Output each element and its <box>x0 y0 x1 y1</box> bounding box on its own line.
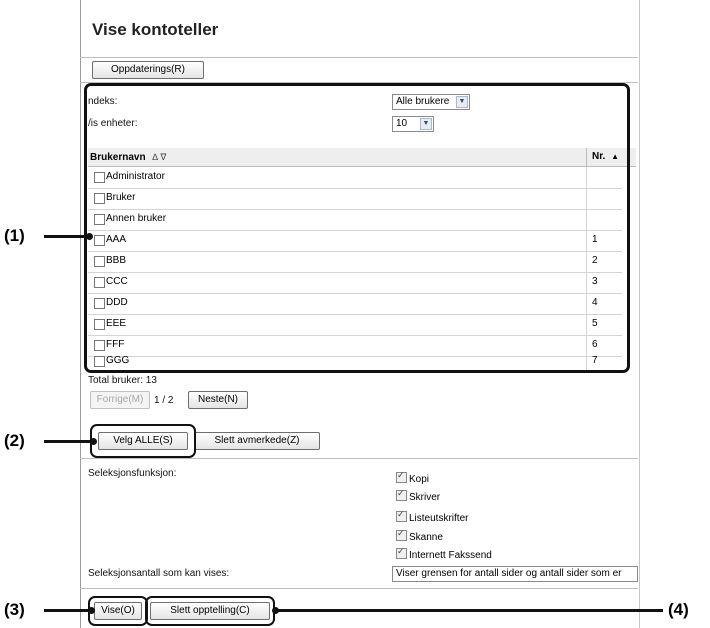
callout-line-3 <box>44 609 92 612</box>
checkbox-checked-icon[interactable] <box>396 470 407 483</box>
page-title: Vise kontoteller <box>92 20 219 39</box>
divider <box>80 588 638 589</box>
option-internet-fax[interactable]: Internett Fakssend <box>396 546 492 561</box>
next-button[interactable]: Neste(N) <box>188 391 248 409</box>
count-select-value: Viser grensen for antall sider og antall… <box>396 568 622 579</box>
option-label: Kopi <box>409 474 430 485</box>
update-button[interactable]: Oppdaterings(R) <box>92 61 204 79</box>
count-select[interactable]: Viser grensen for antall sider og antall… <box>392 566 638 582</box>
function-label: Seleksjonsfunksjon: <box>88 468 177 479</box>
checkbox-checked-icon[interactable] <box>396 546 407 559</box>
divider <box>80 57 638 58</box>
callout-dot-1 <box>86 233 93 240</box>
callout-label-2: (2) <box>4 431 25 450</box>
callout-dot-2 <box>90 438 97 445</box>
option-scan[interactable]: Skanne <box>396 528 443 543</box>
callout-dot-3 <box>88 607 95 614</box>
option-label: Internett Fakssend <box>409 550 492 561</box>
callout-line-2 <box>44 440 94 443</box>
divider <box>80 458 638 459</box>
callout-box-2 <box>90 424 196 458</box>
checkbox-checked-icon[interactable] <box>396 528 407 541</box>
total-users: Total bruker: 13 <box>88 375 157 386</box>
callout-dot-4 <box>272 607 279 614</box>
page-indicator: 1 / 2 <box>154 395 174 406</box>
option-printer[interactable]: Skriver <box>396 488 441 503</box>
option-label: Skanne <box>409 532 443 543</box>
clear-marked-button[interactable]: Slett avmerkede(Z) <box>194 432 320 450</box>
callout-label-4: (4) <box>668 600 689 619</box>
option-label: Skriver <box>409 492 441 503</box>
callout-label-1: (1) <box>4 226 25 245</box>
previous-button[interactable]: Forrige(M) <box>90 391 150 409</box>
count-label: Seleksjonsantall som kan vises: <box>88 568 230 579</box>
callout-line-4 <box>275 609 663 612</box>
checkbox-checked-icon[interactable] <box>396 488 407 501</box>
callout-box-1 <box>84 83 630 373</box>
callout-box-4 <box>145 596 275 626</box>
callout-box-3 <box>88 596 148 626</box>
checkbox-checked-icon[interactable] <box>396 509 407 522</box>
option-copy[interactable]: Kopi <box>396 470 430 485</box>
callout-line-1 <box>44 235 90 238</box>
option-label: Listeutskrifter <box>409 513 469 524</box>
callout-label-3: (3) <box>4 600 25 619</box>
option-list-print[interactable]: Listeutskrifter <box>396 509 469 524</box>
